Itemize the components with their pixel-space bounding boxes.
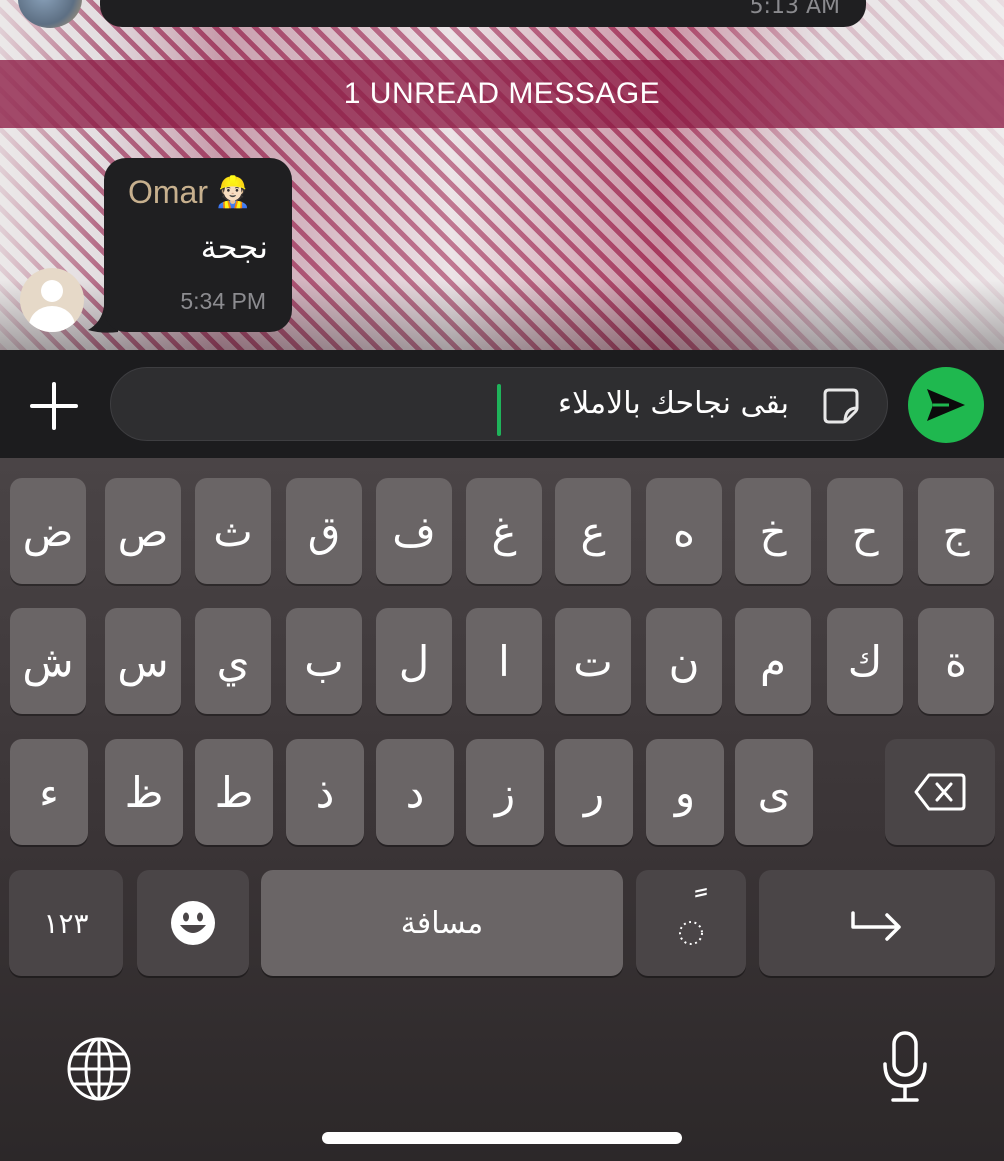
composer-bar: بقى نجاحك بالاملاء (0, 350, 1004, 458)
letter-key[interactable]: ش (10, 608, 86, 714)
letter-key[interactable]: ظ (105, 739, 183, 845)
globe-icon[interactable] (66, 1036, 132, 1102)
sticker-icon[interactable] (821, 386, 861, 426)
letter-key[interactable]: ق (286, 478, 362, 584)
letter-key[interactable]: س (105, 608, 181, 714)
message-input-value: بقى نجاحك بالاملاء (558, 386, 789, 421)
letter-key[interactable]: ه (646, 478, 722, 584)
letter-key[interactable]: و (646, 739, 724, 845)
avatar-body-shape (29, 306, 75, 332)
letter-key[interactable]: ج (918, 478, 994, 584)
return-key[interactable] (759, 870, 995, 976)
numbers-key-label: ١٢٣ (43, 906, 89, 940)
plus-icon[interactable] (28, 380, 80, 432)
tanween-key[interactable]: ً (636, 870, 746, 976)
chat-area: 5:13 AM 1 UNREAD MESSAGE Omar 👷🏻 نجحة 5:… (0, 0, 1004, 350)
arabic-keyboard: جحخهعغفقثصض ةكمنتالبيسش ىورزدذطظء ١٢٣ مس… (0, 458, 1004, 1161)
home-indicator[interactable] (322, 1132, 682, 1144)
letter-key[interactable]: ة (918, 608, 994, 714)
letter-key[interactable]: د (376, 739, 454, 845)
unread-banner: 1 UNREAD MESSAGE (0, 60, 1004, 128)
letter-key[interactable]: ح (827, 478, 903, 584)
letter-key[interactable]: ض (10, 478, 86, 584)
avatar-head-shape (41, 280, 63, 302)
letter-key[interactable]: ا (466, 608, 542, 714)
return-icon (851, 911, 901, 941)
letter-key[interactable]: ى (735, 739, 813, 845)
letter-key[interactable]: ص (105, 478, 181, 584)
dotted-circle-icon (679, 921, 703, 945)
message-time: 5:34 PM (180, 288, 266, 314)
message-bubble[interactable]: Omar 👷🏻 نجحة 5:34 PM (104, 158, 292, 332)
letter-key[interactable]: ن (646, 608, 722, 714)
letter-key[interactable]: ب (286, 608, 362, 714)
backspace-key[interactable] (885, 739, 995, 845)
message-text: نجحة (200, 228, 268, 266)
numbers-key[interactable]: ١٢٣ (9, 870, 123, 976)
previous-message-bubble[interactable]: 5:13 AM (100, 0, 866, 27)
space-key[interactable]: مسافة (261, 870, 623, 976)
emoji-icon (171, 901, 215, 945)
letter-key[interactable]: ع (555, 478, 631, 584)
letter-key[interactable]: خ (735, 478, 811, 584)
letter-key[interactable]: م (735, 608, 811, 714)
microphone-icon[interactable] (880, 1030, 930, 1104)
letter-key[interactable]: ر (555, 739, 633, 845)
letter-key[interactable]: ت (555, 608, 631, 714)
unread-banner-label: 1 UNREAD MESSAGE (343, 77, 661, 110)
letter-key[interactable]: ذ (286, 739, 364, 845)
sender-avatar[interactable] (20, 268, 84, 332)
message-input[interactable]: بقى نجاحك بالاملاء (110, 367, 888, 441)
sender-emoji: 👷🏻 (214, 176, 252, 209)
letter-key[interactable]: ط (195, 739, 273, 845)
sender-name: Omar (128, 174, 208, 210)
backspace-icon (914, 773, 966, 811)
send-button[interactable] (908, 367, 984, 443)
previous-sender-avatar[interactable] (18, 0, 82, 28)
letter-key[interactable]: ف (376, 478, 452, 584)
send-icon (927, 389, 965, 421)
sender-name-row[interactable]: Omar 👷🏻 (128, 174, 251, 211)
letter-key[interactable]: ء (10, 739, 88, 845)
letter-key[interactable]: ل (376, 608, 452, 714)
text-caret (497, 384, 501, 436)
previous-message-time: 5:13 AM (749, 0, 840, 19)
letter-key[interactable]: غ (466, 478, 542, 584)
emoji-key[interactable] (137, 870, 249, 976)
letter-key[interactable]: ز (466, 739, 544, 845)
space-key-label: مسافة (400, 905, 484, 941)
letter-key[interactable]: ي (195, 608, 271, 714)
letter-key[interactable]: ث (195, 478, 271, 584)
letter-key[interactable]: ك (827, 608, 903, 714)
